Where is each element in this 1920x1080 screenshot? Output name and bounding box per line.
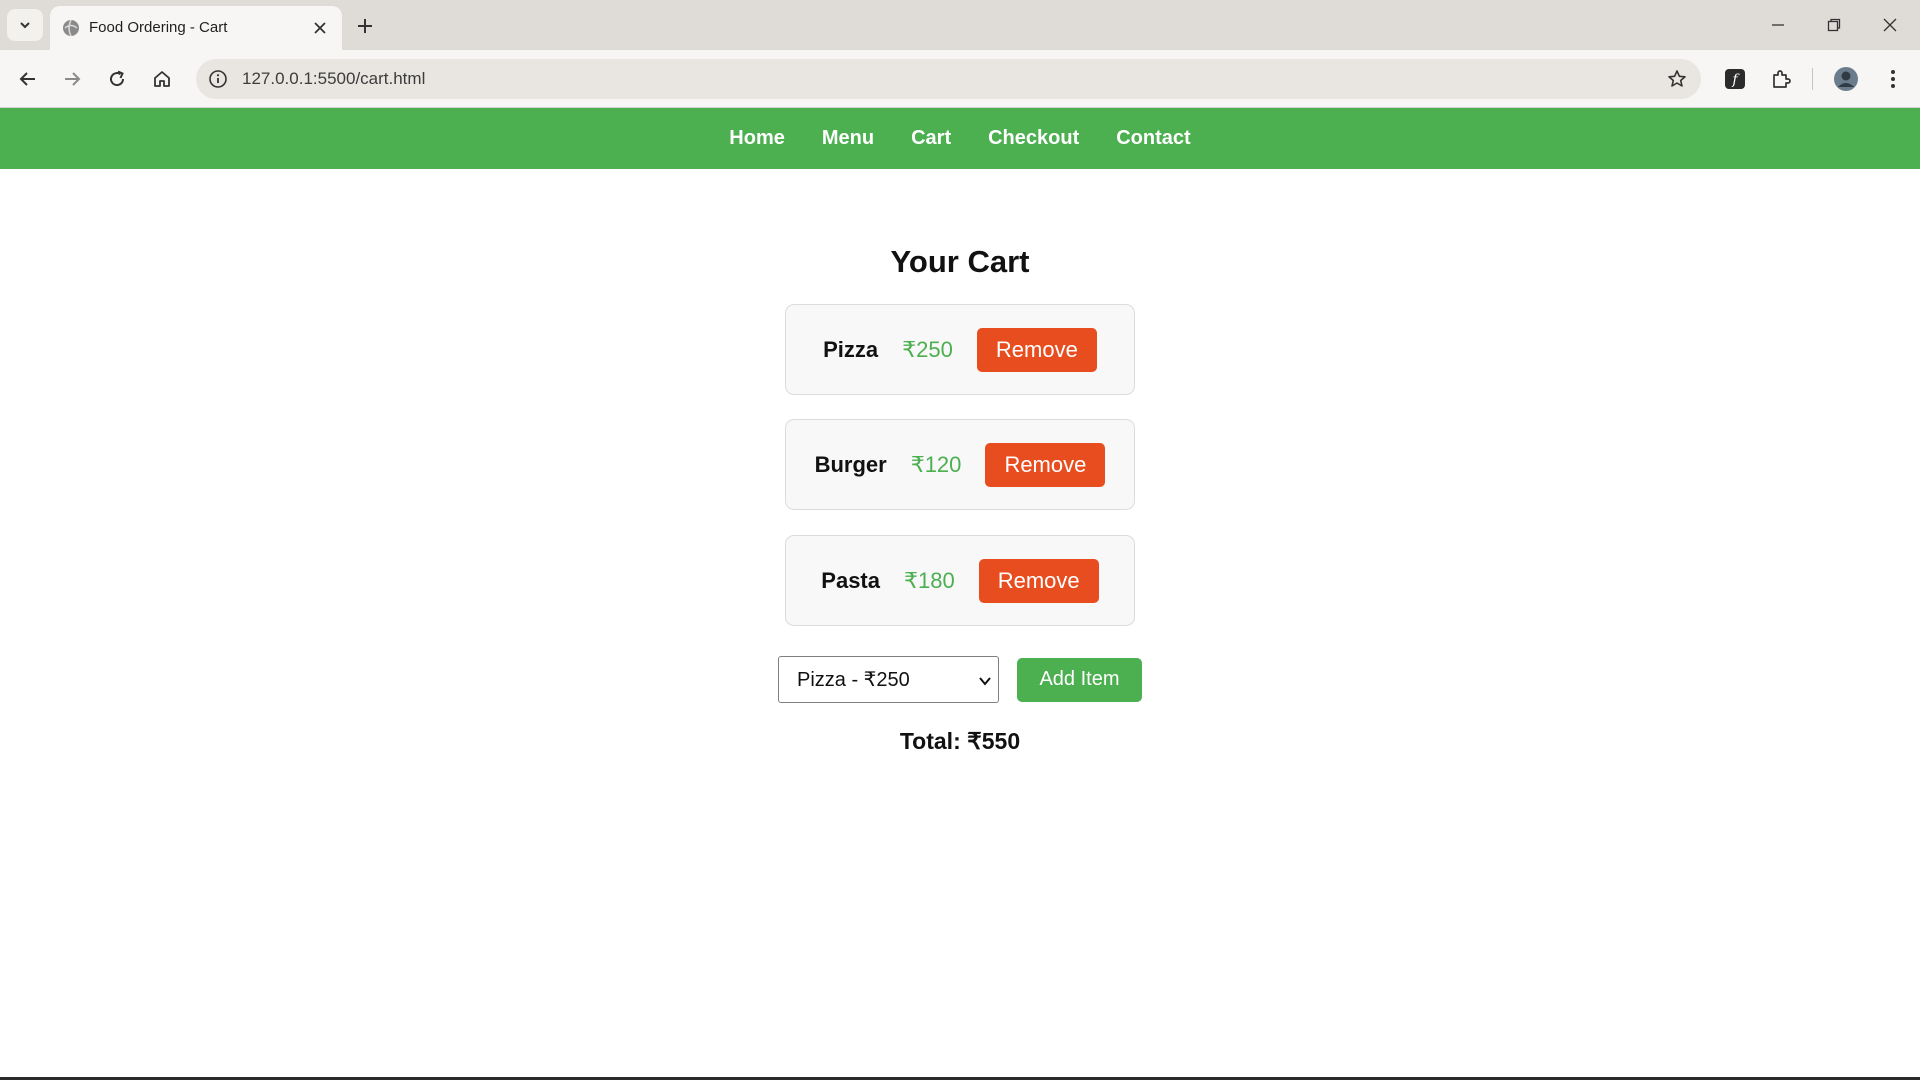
tab-close-button[interactable]: [308, 16, 332, 40]
chevron-down-icon: [20, 22, 30, 29]
nav-home-link[interactable]: Home: [729, 127, 785, 150]
arrow-right-icon: [65, 72, 81, 86]
nav-cart-link[interactable]: Cart: [911, 127, 951, 150]
item-select[interactable]: Pizza - ₹250: [778, 656, 999, 703]
extension-button[interactable]: f: [1718, 62, 1752, 96]
cart-item: Burger ₹120 Remove: [785, 419, 1135, 510]
item-name: Pizza: [823, 336, 879, 362]
extensions-menu-button[interactable]: [1764, 62, 1798, 96]
more-vertical-icon: [1891, 70, 1895, 88]
close-icon: [314, 22, 326, 34]
tab-title: Food Ordering - Cart: [89, 19, 228, 36]
item-select-value: Pizza - ₹250: [797, 669, 910, 691]
forward-button[interactable]: [55, 62, 89, 96]
restore-icon: [1827, 18, 1841, 32]
home-icon: [154, 71, 170, 87]
nav-checkout-link[interactable]: Checkout: [988, 127, 1079, 150]
toolbar-divider: [1812, 68, 1813, 90]
reload-icon: [110, 70, 125, 87]
minimize-icon: [1772, 24, 1784, 26]
cart-item: Pizza ₹250 Remove: [785, 304, 1135, 395]
browser-toolbar: 127.0.0.1:5500/cart.html f: [0, 50, 1920, 108]
url-text[interactable]: 127.0.0.1:5500/cart.html: [242, 69, 425, 89]
nav-menu-link[interactable]: Menu: [822, 127, 874, 150]
reload-button[interactable]: [100, 62, 134, 96]
browser-tab-bar: Food Ordering - Cart: [0, 0, 1920, 50]
cart-total: Total: ₹550: [899, 728, 1021, 754]
item-price: ₹180: [904, 567, 955, 593]
avatar: [1834, 67, 1858, 91]
close-icon: [1883, 18, 1897, 32]
back-button[interactable]: [11, 62, 45, 96]
new-tab-button[interactable]: [350, 11, 380, 41]
item-name: Burger: [814, 451, 887, 477]
site-info-button[interactable]: [206, 67, 230, 91]
remove-button[interactable]: Remove: [985, 442, 1106, 487]
active-tab[interactable]: Food Ordering - Cart: [50, 6, 342, 50]
site-navbar: Home Menu Cart Checkout Contact: [0, 108, 1920, 169]
arrow-left-icon: [19, 72, 35, 86]
globe-icon: [63, 19, 79, 37]
close-window-button[interactable]: [1862, 0, 1918, 50]
star-icon: [1668, 70, 1686, 87]
restore-button[interactable]: [1806, 0, 1862, 50]
nav-contact-link[interactable]: Contact: [1116, 127, 1190, 150]
item-name: Pasta: [821, 567, 880, 593]
page-title: Your Cart: [890, 244, 1030, 279]
browser-menu-button[interactable]: [1876, 62, 1910, 96]
home-button[interactable]: [145, 62, 179, 96]
minimize-button[interactable]: [1750, 0, 1806, 50]
add-item-row: Pizza - ₹250 Add Item: [778, 656, 1142, 703]
address-bar[interactable]: 127.0.0.1:5500/cart.html: [196, 59, 1701, 99]
chevron-down-icon: [979, 677, 991, 686]
info-icon: [209, 70, 227, 88]
cart-item: Pasta ₹180 Remove: [785, 535, 1135, 626]
item-price: ₹250: [902, 336, 953, 362]
profile-button[interactable]: [1829, 62, 1863, 96]
plus-icon: [358, 19, 372, 33]
add-item-button[interactable]: Add Item: [1017, 657, 1142, 702]
puzzle-icon: [1773, 70, 1791, 88]
bookmark-button[interactable]: [1665, 67, 1689, 91]
item-price: ₹120: [910, 451, 962, 477]
remove-button[interactable]: Remove: [978, 558, 1099, 603]
remove-button[interactable]: Remove: [976, 327, 1097, 372]
tab-search-button[interactable]: [7, 9, 43, 41]
function-icon: f: [1725, 69, 1745, 89]
